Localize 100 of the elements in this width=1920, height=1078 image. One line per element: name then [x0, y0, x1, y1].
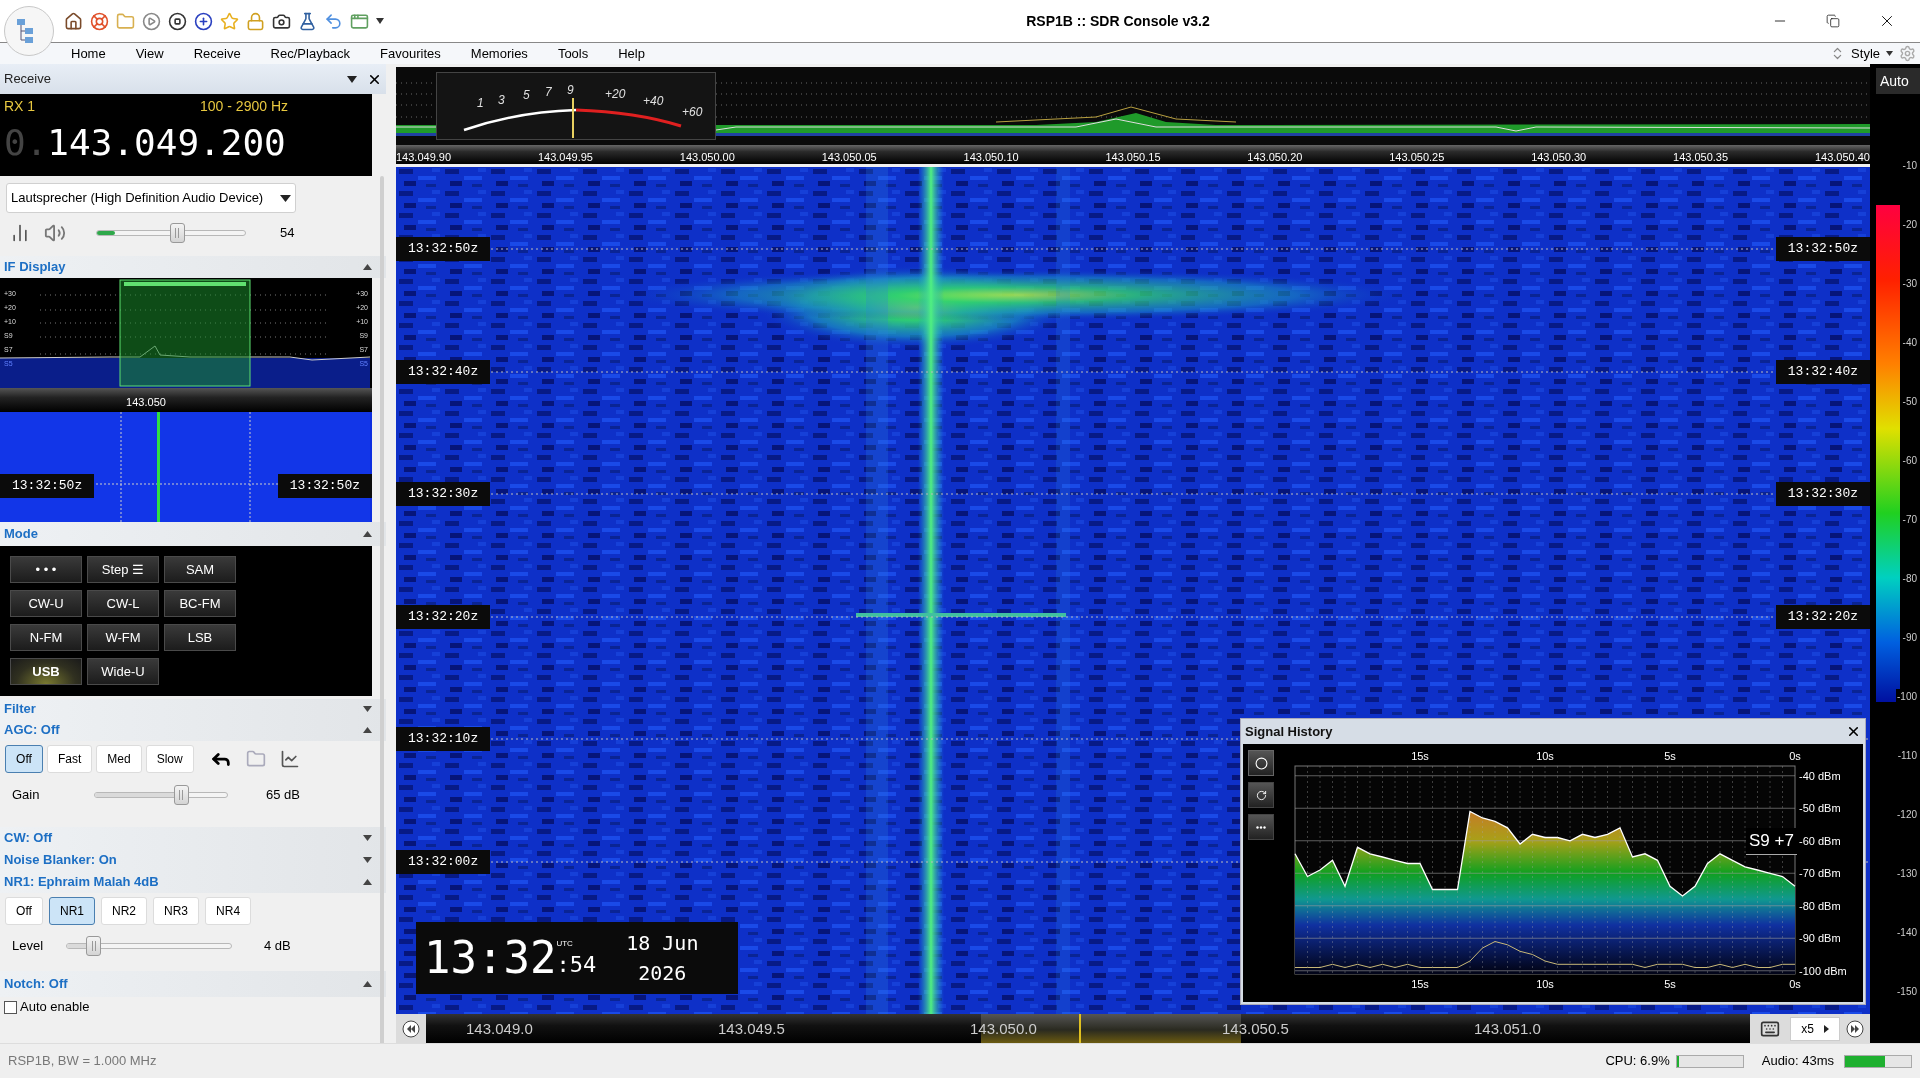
section-title: Filter: [4, 700, 36, 719]
menu-item[interactable]: View: [135, 43, 164, 64]
bandwidth-label: 100 - 2900 Hz: [200, 97, 288, 116]
plus-icon[interactable]: [194, 11, 213, 31]
collapse-caret-icon[interactable]: [363, 981, 372, 987]
toggle-button[interactable]: NR3: [153, 897, 200, 925]
mode-button[interactable]: CW-L: [87, 590, 159, 617]
frequency-label: 143.049.95: [537, 152, 593, 163]
section-header[interactable]: AGC: Off: [0, 719, 386, 741]
mode-button[interactable]: W-FM: [87, 624, 159, 651]
section-header[interactable]: IF Display: [0, 256, 386, 278]
stop-icon[interactable]: [168, 11, 187, 31]
toggle-button[interactable]: Off: [5, 745, 43, 773]
menu-item[interactable]: Memories: [470, 43, 528, 64]
menu-item[interactable]: Help: [618, 43, 645, 64]
restore-icon[interactable]: [1826, 14, 1840, 28]
window-icon[interactable]: [350, 11, 369, 31]
reset-button[interactable]: [1248, 782, 1274, 808]
audio-device-dropdown[interactable]: Lautsprecher (High Definition Audio Device): [6, 183, 296, 213]
section-header[interactable]: Filter: [0, 699, 386, 719]
auto-mode-button[interactable]: Auto: [1876, 68, 1920, 94]
menu-item[interactable]: Home: [71, 43, 106, 64]
chart-icon[interactable]: [279, 749, 300, 769]
toggle-button[interactable]: NR4: [205, 897, 252, 925]
style-menu[interactable]: Style: [1851, 43, 1880, 64]
lifebuoy-icon[interactable]: [90, 11, 109, 31]
slider-thumb[interactable]: [173, 785, 189, 805]
home-icon[interactable]: [64, 11, 83, 31]
camera-icon[interactable]: [272, 11, 291, 31]
flask-icon[interactable]: [298, 11, 317, 31]
timestamp-label: 13:32:30z: [1775, 482, 1870, 506]
frequency-readout[interactable]: 143.049.200: [47, 121, 286, 165]
checkbox[interactable]: [4, 1000, 17, 1014]
speaker-icon[interactable]: [44, 222, 66, 244]
dropdown-caret-icon[interactable]: [376, 18, 384, 24]
menu-item[interactable]: Receive: [193, 43, 241, 64]
y-tick-label: -60 dBm: [1799, 834, 1841, 847]
collapse-caret-icon[interactable]: [363, 264, 372, 270]
mode-button[interactable]: USB: [10, 658, 82, 685]
toggle-button[interactable]: Fast: [47, 745, 93, 773]
level-bars-icon[interactable]: [10, 223, 30, 243]
expand-caret-icon[interactable]: [363, 706, 372, 712]
more-button[interactable]: [1248, 814, 1274, 840]
zoom-button[interactable]: x5: [1790, 1016, 1840, 1041]
cpu-label: CPU: 6.9%: [1605, 1052, 1670, 1071]
mode-button[interactable]: LSB: [164, 624, 236, 651]
mode-button[interactable]: • • •: [10, 556, 82, 583]
mode-button[interactable]: Step ☰: [87, 556, 159, 583]
collapse-caret-icon[interactable]: [363, 531, 372, 537]
close-icon[interactable]: [1846, 724, 1861, 739]
frequency-label: 143.049.5: [718, 1019, 785, 1037]
mode-button[interactable]: N-FM: [10, 624, 82, 651]
toggle-button[interactable]: NR2: [101, 897, 148, 925]
frequency-label: 143.049.90: [396, 152, 452, 163]
x-tick-label: 10s: [1536, 978, 1554, 990]
section-header[interactable]: Notch: Off: [0, 971, 386, 997]
meter-label: +60: [682, 106, 703, 118]
frequency-label: 143.050.5: [1222, 1019, 1289, 1037]
app-menu-button[interactable]: [4, 6, 54, 56]
y-tick-label: -70 dBm: [1799, 867, 1841, 880]
level-value: 4 dB: [264, 937, 291, 956]
tuning-scale[interactable]: 143.049.0 143.049.5 143.050.0 143.050.5 143.051.0: [426, 1014, 1750, 1043]
menu-item[interactable]: Favourites: [380, 43, 441, 64]
level-label: -110: [1896, 748, 1918, 762]
expand-caret-icon[interactable]: [363, 857, 372, 863]
mode-button[interactable]: SAM: [164, 556, 236, 583]
meter-label: +20: [605, 88, 626, 100]
collapse-caret-icon[interactable]: [363, 879, 372, 885]
menu-item[interactable]: Rec/Playback: [270, 43, 351, 64]
collapse-caret-icon[interactable]: [363, 727, 372, 733]
circle-icon: [1254, 756, 1268, 770]
mode-button[interactable]: Wide-U: [87, 658, 159, 685]
star-icon[interactable]: [220, 11, 239, 31]
section-title: Notch: Off: [4, 975, 68, 994]
mode-button[interactable]: BC-FM: [164, 590, 236, 617]
section-header[interactable]: CW: Off: [0, 827, 386, 849]
toggle-button[interactable]: Med: [96, 745, 142, 773]
toggle-button[interactable]: NR1: [49, 897, 95, 925]
volume-value: 54: [280, 224, 295, 243]
slider-thumb[interactable]: [86, 936, 102, 956]
slider-thumb[interactable]: [169, 223, 185, 243]
panel-scrollbar[interactable]: [380, 176, 384, 1043]
menu-item[interactable]: Tools: [557, 43, 589, 64]
section-header[interactable]: NR1: Ephraim Malah 4dB: [0, 871, 386, 893]
mode-button[interactable]: CW-U: [10, 590, 82, 617]
section-title: AGC: Off: [4, 721, 60, 740]
toggle-button[interactable]: Off: [5, 897, 43, 925]
dropdown-caret-icon[interactable]: [1886, 51, 1893, 56]
frequency-label: 143.050.30: [1531, 152, 1587, 163]
dropdown-caret-icon[interactable]: [347, 75, 357, 83]
play-icon[interactable]: [142, 11, 161, 31]
expand-caret-icon[interactable]: [363, 835, 372, 841]
section-header[interactable]: Noise Blanker: On: [0, 849, 386, 871]
x-tick-label: 15s: [1411, 978, 1429, 990]
record-toggle-button[interactable]: [1248, 750, 1274, 776]
timezone-label: UTC: [556, 940, 574, 948]
toggle-button[interactable]: Slow: [145, 745, 194, 773]
undo-icon[interactable]: [324, 11, 343, 31]
section-header[interactable]: Mode: [0, 522, 386, 546]
meter-label: 1: [477, 97, 484, 109]
